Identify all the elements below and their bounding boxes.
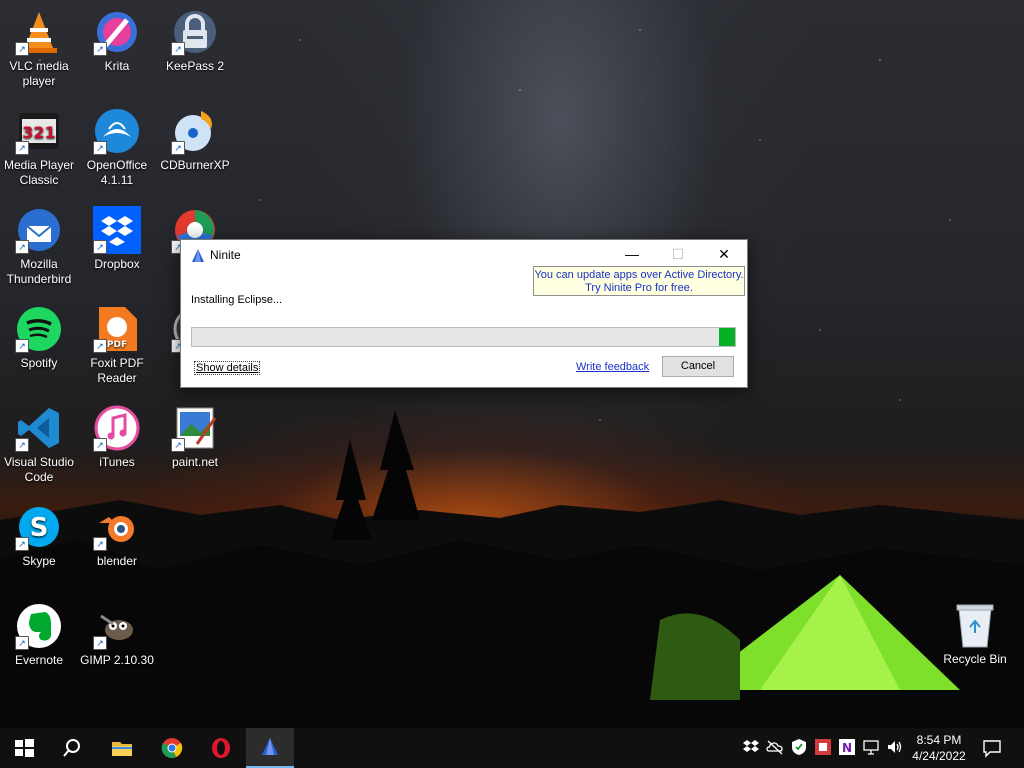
thunderbird-icon: ↗ [15,206,63,254]
taskbar-ninite[interactable] [246,728,294,768]
svg-text:N: N [842,741,852,755]
desktop-icon-cdburnerxp[interactable]: ↗ CDBurnerXP [155,107,235,173]
dropbox-icon: ↗ [93,206,141,254]
taskbar: N 8:54 PM 4/24/2022 [0,728,1024,768]
show-details-link[interactable]: Show details [194,361,261,375]
taskbar-file-explorer[interactable] [98,728,146,768]
desktop-icon-foxit[interactable]: PDF ↗ Foxit PDF Reader [77,305,157,386]
desktop-icon-label: Krita [104,59,130,73]
ninite-window: Ninite — ☐ ✕ You can update apps over Ac… [180,239,748,388]
svg-text:PDF: PDF [107,340,127,350]
desktop-icon-openoffice[interactable]: ↗ OpenOffice 4.1.11 [77,107,157,188]
desktop-icon-label: KeePass 2 [165,59,225,73]
svg-text:321: 321 [22,123,55,142]
action-center-button[interactable] [982,738,1002,758]
desktop-icon-paintnet[interactable]: ↗ paint.net [155,404,235,470]
notification-icon [983,740,1001,758]
taskbar-opera[interactable] [197,728,245,768]
desktop-icon-label: paint.net [171,455,219,469]
desktop-icon-label: CDBurnerXP [160,158,230,172]
desktop-icon-label: OpenOffice 4.1.11 [86,158,148,187]
start-icon [15,739,34,757]
desktop-icon-itunes[interactable]: ↗ iTunes [77,404,157,470]
ninite-icon [262,738,278,755]
desktop-icon-label: Skype [22,554,56,568]
spotify-icon: ↗ [15,305,63,353]
desktop-icon-dropbox[interactable]: ↗ Dropbox [77,206,157,272]
desktop-icon-label: GIMP 2.10.30 [80,653,154,667]
paintnet-icon: ↗ [171,404,219,452]
krita-icon: ↗ [93,8,141,56]
desktop-icon-recycle-bin[interactable]: Recycle Bin [937,601,1013,666]
taskbar-clock[interactable]: 8:54 PM 4/24/2022 [904,732,974,764]
itunes-icon: ↗ [93,404,141,452]
desktop-icon-krita[interactable]: ↗ Krita [77,8,157,74]
desktop-icon-vlc[interactable]: ↗ VLC media player [0,8,79,89]
desktop-icon-label: iTunes [99,455,135,469]
start-button[interactable] [0,728,48,768]
blender-icon: ↗ [93,503,141,551]
desktop-icon-evernote[interactable]: ↗ Evernote [0,602,79,668]
chrome-icon [161,738,183,758]
opera-icon [212,738,230,758]
ninite-pro-tooltip[interactable]: You can update apps over Active Director… [533,266,745,296]
cancel-button[interactable]: Cancel [662,356,734,377]
tooltip-line-1: You can update apps over Active Director… [534,269,744,281]
vlc-icon: ↗ [15,8,63,56]
ninite-icon [192,249,204,262]
desktop-icon-label: blender [96,554,138,568]
desktop-icon-label: Recycle Bin [943,652,1007,666]
file-explorer-icon [112,742,132,756]
desktop-icon-keepass[interactable]: ↗ KeePass 2 [155,8,235,74]
desktop-icon-label: Spotify [20,356,58,370]
media-player-classic-icon: 321 ↗ [15,107,63,155]
svg-text:S: S [30,513,49,543]
window-title: Ninite [210,248,241,262]
desktop-icon-spotify[interactable]: ↗ Spotify [0,305,79,371]
search-icon [63,739,80,757]
desktop-icon-thunderbird[interactable]: ↗ Mozilla Thunderbird [0,206,79,287]
desktop-icon-label: Foxit PDF Reader [90,356,144,385]
recycle-bin-icon [953,601,997,649]
write-feedback-link[interactable]: Write feedback [576,361,649,373]
desktop-icon-label: Dropbox [94,257,140,271]
tooltip-line-2: Try Ninite Pro for free. [585,282,693,294]
cdburnerxp-icon: ↗ [171,107,219,155]
gimp-icon: ↗ [93,602,141,650]
desktop-icon-label: Evernote [14,653,64,667]
desktop-icon-gimp[interactable]: ↗ GIMP 2.10.30 [77,602,157,668]
evernote-icon: ↗ [15,602,63,650]
install-progress-bar [191,327,736,347]
desktop-icon-skype[interactable]: S ↗ Skype [0,503,79,569]
usb-tray-icon[interactable] [862,738,880,756]
onenote-tray-icon[interactable]: N [838,738,856,756]
desktop-icon-label: VLC media player [9,59,69,88]
openoffice-icon: ↗ [93,107,141,155]
keepass-icon: ↗ [171,8,219,56]
search-button[interactable] [48,728,96,768]
vscode-icon: ↗ [15,404,63,452]
defender-tray-icon[interactable] [790,738,808,756]
desktop-icon-label: Media Player Classic [3,158,75,187]
progress-fill [718,328,735,346]
desktop-icon-vscode[interactable]: ↗ Visual Studio Code [0,404,79,485]
desktop-icon-label: Mozilla Thunderbird [6,257,72,286]
desktop-icon-label: Visual Studio Code [4,455,74,484]
skype-icon: S ↗ [15,503,63,551]
security-tray-icon[interactable] [814,738,832,756]
install-status: Installing Eclipse... [191,294,283,306]
taskbar-chrome[interactable] [148,728,196,768]
volume-icon[interactable] [886,738,904,756]
foxit-icon: PDF ↗ [93,305,141,353]
dropbox-tray-icon[interactable] [742,738,760,756]
desktop-icon-blender[interactable]: ↗ blender [77,503,157,569]
clock-time: 8:54 PM [916,733,962,747]
desktop-icon-media-player-classic[interactable]: 321 ↗ Media Player Classic [0,107,79,188]
clock-date: 4/24/2022 [912,749,966,763]
onedrive-tray-icon[interactable] [766,738,784,756]
